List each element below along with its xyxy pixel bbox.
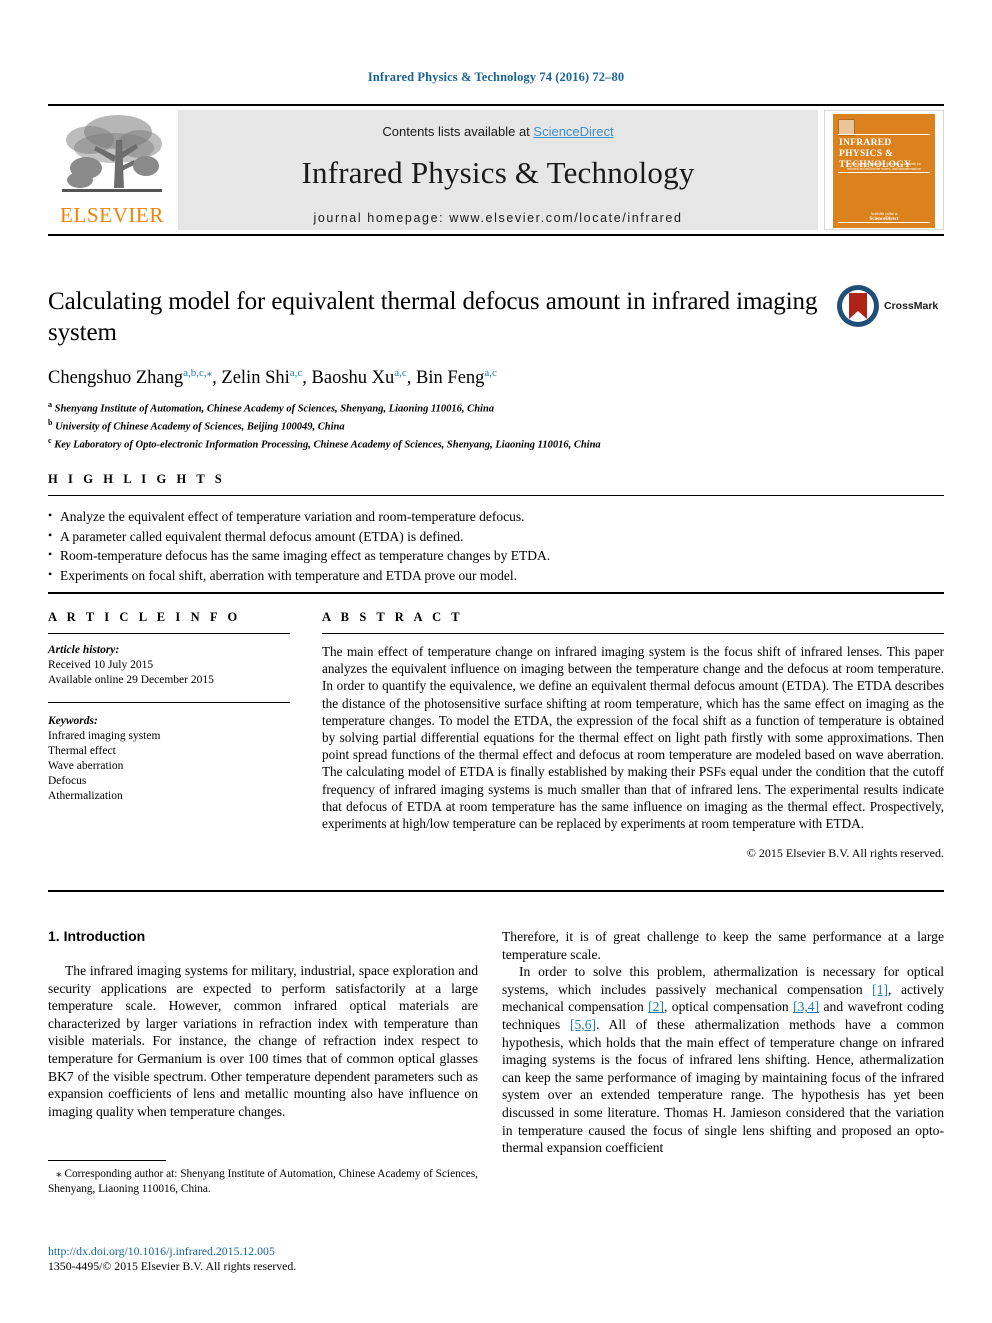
affiliation-mark: c (48, 436, 52, 446)
affiliation-item: c Key Laboratory of Opto-electronic Info… (48, 434, 828, 452)
affiliation-mark: b (48, 418, 53, 428)
article-history: Article history: Received 10 July 2015 A… (48, 634, 290, 688)
author-name: Zelin Shi (221, 368, 290, 389)
keyword-item: Infrared imaging system (48, 730, 161, 742)
highlights-list: Analyze the equivalent effect of tempera… (48, 496, 944, 585)
author-affil-marks: a,c (289, 367, 303, 379)
introduction-right-column: Therefore, it is of great challenge to k… (502, 928, 944, 1157)
affiliation-item: a Shenyang Institute of Automation, Chin… (48, 398, 828, 416)
keywords-label: Keywords: (48, 715, 98, 727)
crossmark-badge[interactable]: CrossMark (836, 284, 946, 334)
journal-band: Contents lists available at ScienceDirec… (178, 110, 818, 230)
received-date: Received 10 July 2015 (48, 659, 154, 671)
author-name: Bin Feng (416, 368, 485, 389)
section-heading-introduction: 1. Introduction (48, 928, 146, 944)
article-info-label: A R T I C L E I N F O (48, 610, 241, 624)
contents-prefix: Contents lists available at (382, 124, 534, 139)
cover-artwork: INFRARED PHYSICS & TECHNOLOGY an interna… (833, 114, 935, 228)
citation-link-2[interactable]: [2] (648, 999, 664, 1014)
masthead-top-rule (48, 104, 944, 106)
affiliation-mark: a (48, 400, 52, 410)
highlights-bottom-rule (48, 592, 944, 594)
keyword-item: Defocus (48, 775, 87, 787)
article-info-section: A R T I C L E I N F O Article history: R… (48, 610, 290, 804)
footnote-rule (48, 1160, 166, 1161)
author-affil-marks: a,c (394, 367, 407, 379)
available-online-date: Available online 29 December 2015 (48, 674, 214, 686)
crossmark-icon (837, 285, 879, 327)
corresponding-author-footnote: ⁎ Corresponding author at: Shenyang Inst… (48, 1160, 478, 1196)
affiliation-list: a Shenyang Institute of Automation, Chin… (48, 398, 828, 452)
cover-footer-label: Available online at (870, 212, 898, 216)
cover-rule-bottom (838, 222, 930, 223)
elsevier-tree-icon (62, 115, 162, 192)
highlights-label: H I G H L I G H T S (48, 472, 226, 486)
para-seg: . All of these athermalization methods h… (502, 1016, 944, 1156)
author-affil-marks: a,b,c,⁎ (183, 367, 213, 379)
journal-title: Infrared Physics & Technology (301, 155, 695, 190)
page-title: Calculating model for equivalent thermal… (48, 288, 818, 346)
introduction-left-column: 1. Introduction The infrared imaging sys… (48, 928, 478, 1120)
abstract-copyright: © 2015 Elsevier B.V. All rights reserved… (746, 846, 944, 861)
citation-link-4[interactable]: [5,6] (570, 1017, 596, 1032)
abstract-label: A B S T R A C T (322, 610, 464, 624)
introduction-paragraph: The infrared imaging systems for militar… (48, 963, 478, 1119)
author-affil-marks: a,c (484, 367, 497, 379)
author-name: Baoshu Xu (311, 368, 395, 389)
abstract-bottom-rule (48, 890, 944, 892)
paper-page: Infrared Physics & Technology 74 (2016) … (0, 0, 992, 1323)
affiliation-text: Key Laboratory of Opto-electronic Inform… (54, 439, 601, 451)
affiliation-text: Shenyang Institute of Automation, Chines… (54, 403, 495, 415)
article-history-label: Article history: (48, 644, 120, 656)
doi-block: http://dx.doi.org/10.1016/j.infrared.201… (48, 1244, 478, 1274)
highlights-section: H I G H L I G H T S Analyze the equivale… (48, 472, 944, 585)
para-seg: , optical compensation (664, 999, 794, 1015)
cover-footer: Available online at ScienceDirect (841, 212, 927, 222)
elsevier-wordmark: ELSEVIER (60, 203, 164, 227)
list-item: Experiments on focal shift, aberration w… (48, 565, 944, 586)
introduction-paragraph-athermalization: In order to solve this problem, athermal… (502, 963, 944, 1157)
keyword-item: Thermal effect (48, 745, 116, 757)
introduction-paragraph-continued: Therefore, it is of great challenge to k… (502, 929, 944, 962)
keyword-item: Athermalization (48, 790, 123, 802)
cover-rule-top (838, 134, 930, 135)
contents-line: Contents lists available at ScienceDirec… (178, 110, 818, 139)
cover-rule-mid (838, 172, 930, 173)
elsevier-logo: ELSEVIER (50, 110, 174, 232)
doi-link[interactable]: http://dx.doi.org/10.1016/j.infrared.201… (48, 1244, 478, 1259)
affiliation-item: b University of Chinese Academy of Scien… (48, 416, 828, 434)
sciencedirect-link[interactable]: ScienceDirect (533, 124, 613, 139)
abstract-text: The main effect of temperature change on… (322, 644, 944, 832)
journal-homepage-link[interactable]: journal homepage: www.elsevier.com/locat… (178, 211, 818, 225)
keyword-item: Wave aberration (48, 760, 124, 772)
title-block: Calculating model for equivalent thermal… (48, 286, 828, 452)
crossmark-label: CrossMark (884, 300, 939, 312)
author-name: Chengshuo Zhang (48, 368, 184, 389)
citation-link-1[interactable]: [1] (872, 982, 888, 997)
issn-copyright-line: 1350-4495/© 2015 Elsevier B.V. All right… (48, 1259, 297, 1273)
affiliation-text: University of Chinese Academy of Science… (55, 421, 345, 433)
journal-masthead: ELSEVIER Contents lists available at Sci… (48, 104, 944, 236)
list-item: A parameter called equivalent thermal de… (48, 526, 944, 547)
list-item: Room-temperature defocus has the same im… (48, 545, 944, 566)
masthead-bottom-rule (48, 234, 944, 236)
keywords-block: Keywords: Infrared imaging system Therma… (48, 703, 290, 804)
citation-link-3[interactable]: [3,4] (793, 999, 819, 1014)
journal-cover-thumbnail[interactable]: INFRARED PHYSICS & TECHNOLOGY an interna… (824, 110, 944, 230)
footnote-text: ⁎ Corresponding author at: Shenyang Inst… (48, 1168, 478, 1195)
list-item: Analyze the equivalent effect of tempera… (48, 506, 944, 527)
running-head: Infrared Physics & Technology 74 (2016) … (367, 70, 625, 84)
author-list: Chengshuo Zhanga,b,c,⁎, Zelin Shia,c, Ba… (48, 367, 497, 389)
abstract-section: A B S T R A C T The main effect of tempe… (322, 610, 944, 861)
cover-subtitle: an international journal for the study o… (846, 162, 922, 171)
